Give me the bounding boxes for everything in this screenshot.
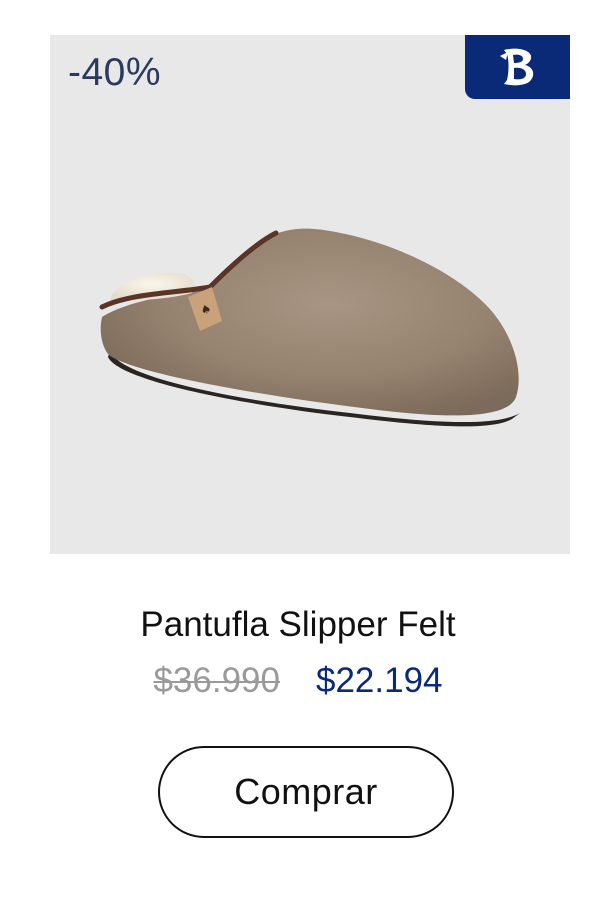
brand-logo <box>465 35 570 99</box>
product-image[interactable]: ♠ -40% <box>50 35 570 554</box>
product-card: ♠ -40% Pantufla Slipper Felt $36.990 $22… <box>0 0 596 908</box>
buy-button[interactable]: Comprar <box>158 746 454 838</box>
discount-badge: -40% <box>68 51 162 94</box>
sale-price: $22.194 <box>316 661 443 700</box>
gothic-b-logo-icon <box>499 48 533 86</box>
slipper-illustration: ♠ <box>99 228 520 427</box>
product-name[interactable]: Pantufla Slipper Felt <box>0 604 596 646</box>
price-row: $36.990 $22.194 <box>0 660 596 702</box>
old-price: $36.990 <box>153 661 280 700</box>
